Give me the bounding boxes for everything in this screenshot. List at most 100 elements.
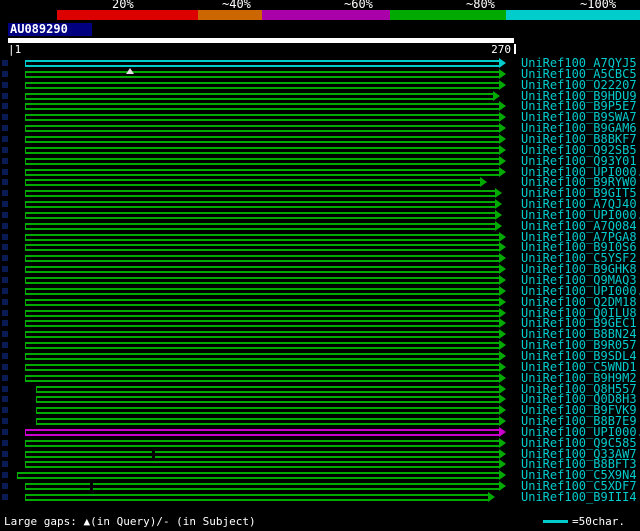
ruler-end-label: 270: [491, 43, 511, 56]
hit-bar-arrowhead-icon: [498, 285, 506, 296]
hit-bar[interactable]: [24, 461, 499, 469]
hit-bar[interactable]: [24, 244, 499, 252]
row-index-mark: [2, 222, 8, 229]
hit-bar[interactable]: [36, 407, 499, 415]
row-index-mark: [2, 255, 8, 262]
hit-bar[interactable]: [17, 472, 499, 480]
hit-bar[interactable]: [24, 363, 499, 371]
hit-bar[interactable]: [24, 298, 499, 306]
hit-bar-arrowhead-icon: [495, 220, 503, 231]
scale-key-bar: [0, 10, 640, 20]
ruler-start-label: |1: [8, 43, 22, 56]
hit-bar[interactable]: [24, 309, 499, 317]
hit-bar[interactable]: [24, 320, 499, 328]
row-index-mark: [2, 385, 8, 392]
row-index-mark: [2, 309, 8, 316]
hit-bar[interactable]: [24, 374, 499, 382]
hit-bar-arrowhead-icon: [498, 253, 506, 264]
alignment-row: UniRef100_B9III4: [0, 491, 640, 503]
row-index-mark: [2, 450, 8, 457]
hit-bar[interactable]: [24, 352, 499, 360]
hit-bar[interactable]: [24, 222, 496, 230]
hit-bar[interactable]: [24, 266, 499, 274]
row-index-mark: [2, 461, 8, 468]
hit-bar[interactable]: [24, 92, 494, 100]
ruler-end: 270: [491, 44, 516, 56]
hit-bar-arrowhead-icon: [487, 492, 495, 502]
hit-bar[interactable]: [24, 255, 499, 263]
row-index-mark: [2, 233, 8, 240]
hit-bar[interactable]: [24, 277, 499, 284]
row-index-mark: [2, 439, 8, 446]
row-index-mark: [2, 352, 8, 359]
hit-bar-arrowhead-icon: [498, 79, 506, 90]
query-name[interactable]: AU089290: [8, 23, 92, 36]
hit-bar-arrowhead-icon: [498, 383, 506, 394]
hit-bar-arrowhead-icon: [498, 123, 506, 134]
hit-bar[interactable]: [24, 60, 499, 67]
hit-bar[interactable]: [24, 179, 481, 187]
hit-bar[interactable]: [24, 483, 499, 491]
hit-bar[interactable]: [36, 396, 499, 404]
row-index-mark: [2, 146, 8, 153]
scale-unit-label: =50char.: [572, 515, 625, 528]
hit-bar[interactable]: [24, 331, 499, 339]
row-index-mark: [2, 396, 8, 403]
hit-bar[interactable]: [24, 494, 488, 501]
scale-line-icon: [543, 520, 568, 523]
scale-key-segment: [390, 10, 506, 20]
hit-bar[interactable]: [24, 70, 499, 78]
hit-bar[interactable]: [24, 201, 496, 209]
scale-key-label: ~80%: [466, 0, 495, 11]
hit-bar[interactable]: [24, 287, 499, 295]
row-index-mark: [2, 363, 8, 370]
hit-bar[interactable]: [24, 211, 496, 219]
row-index-mark: [2, 211, 8, 218]
scale-legend: =50char.: [543, 515, 625, 528]
hit-bar-arrowhead-icon: [498, 68, 506, 79]
hit-bar[interactable]: [24, 342, 499, 350]
hit-bar[interactable]: [24, 146, 499, 154]
hit-bar[interactable]: [24, 81, 499, 89]
hit-bar[interactable]: [24, 190, 496, 198]
hit-bar-arrowhead-icon: [493, 90, 501, 101]
row-index-mark: [2, 103, 8, 110]
hit-bar-arrowhead-icon: [498, 58, 506, 68]
hit-bar[interactable]: [24, 135, 499, 143]
hit-bar-arrowhead-icon: [498, 112, 506, 123]
hit-bar[interactable]: [24, 125, 499, 133]
row-index-mark: [2, 135, 8, 142]
row-index-mark: [2, 70, 8, 77]
row-index-mark: [2, 168, 8, 175]
hit-bar-arrowhead-icon: [498, 394, 506, 405]
row-index-mark: [2, 418, 8, 425]
hit-bar[interactable]: [24, 103, 499, 111]
hit-bar-arrowhead-icon: [495, 199, 503, 210]
row-index-mark: [2, 287, 8, 294]
row-index-mark: [2, 320, 8, 327]
scale-key-segment: [506, 10, 640, 20]
hit-bar-arrowhead-icon: [498, 296, 506, 307]
hit-bar[interactable]: [24, 168, 499, 176]
gap-legend: Large gaps: ▲(in Query)/- (in Subject): [4, 515, 256, 528]
row-index-mark: [2, 277, 8, 283]
hit-bar[interactable]: [24, 428, 499, 436]
query-ruler-bar: [8, 38, 514, 43]
hit-bar-arrowhead-icon: [498, 242, 506, 253]
hit-bar-arrowhead-icon: [498, 318, 506, 329]
hit-bar[interactable]: [24, 233, 499, 241]
row-index-mark: [2, 494, 8, 500]
scale-key-label: ~40%: [222, 0, 251, 11]
hit-bar[interactable]: [24, 114, 499, 122]
hit-bar[interactable]: [36, 418, 499, 426]
row-index-mark: [2, 114, 8, 121]
hit-bar-arrowhead-icon: [498, 448, 506, 459]
row-index-mark: [2, 266, 8, 273]
row-index-mark: [2, 331, 8, 338]
hit-bar[interactable]: [24, 157, 499, 165]
hit-bar[interactable]: [24, 439, 499, 447]
hit-label[interactable]: UniRef100_B9III4: [521, 491, 637, 503]
hit-bar[interactable]: [24, 450, 499, 458]
hit-bar[interactable]: [36, 385, 499, 393]
query-gap-marker-icon: [126, 67, 135, 74]
